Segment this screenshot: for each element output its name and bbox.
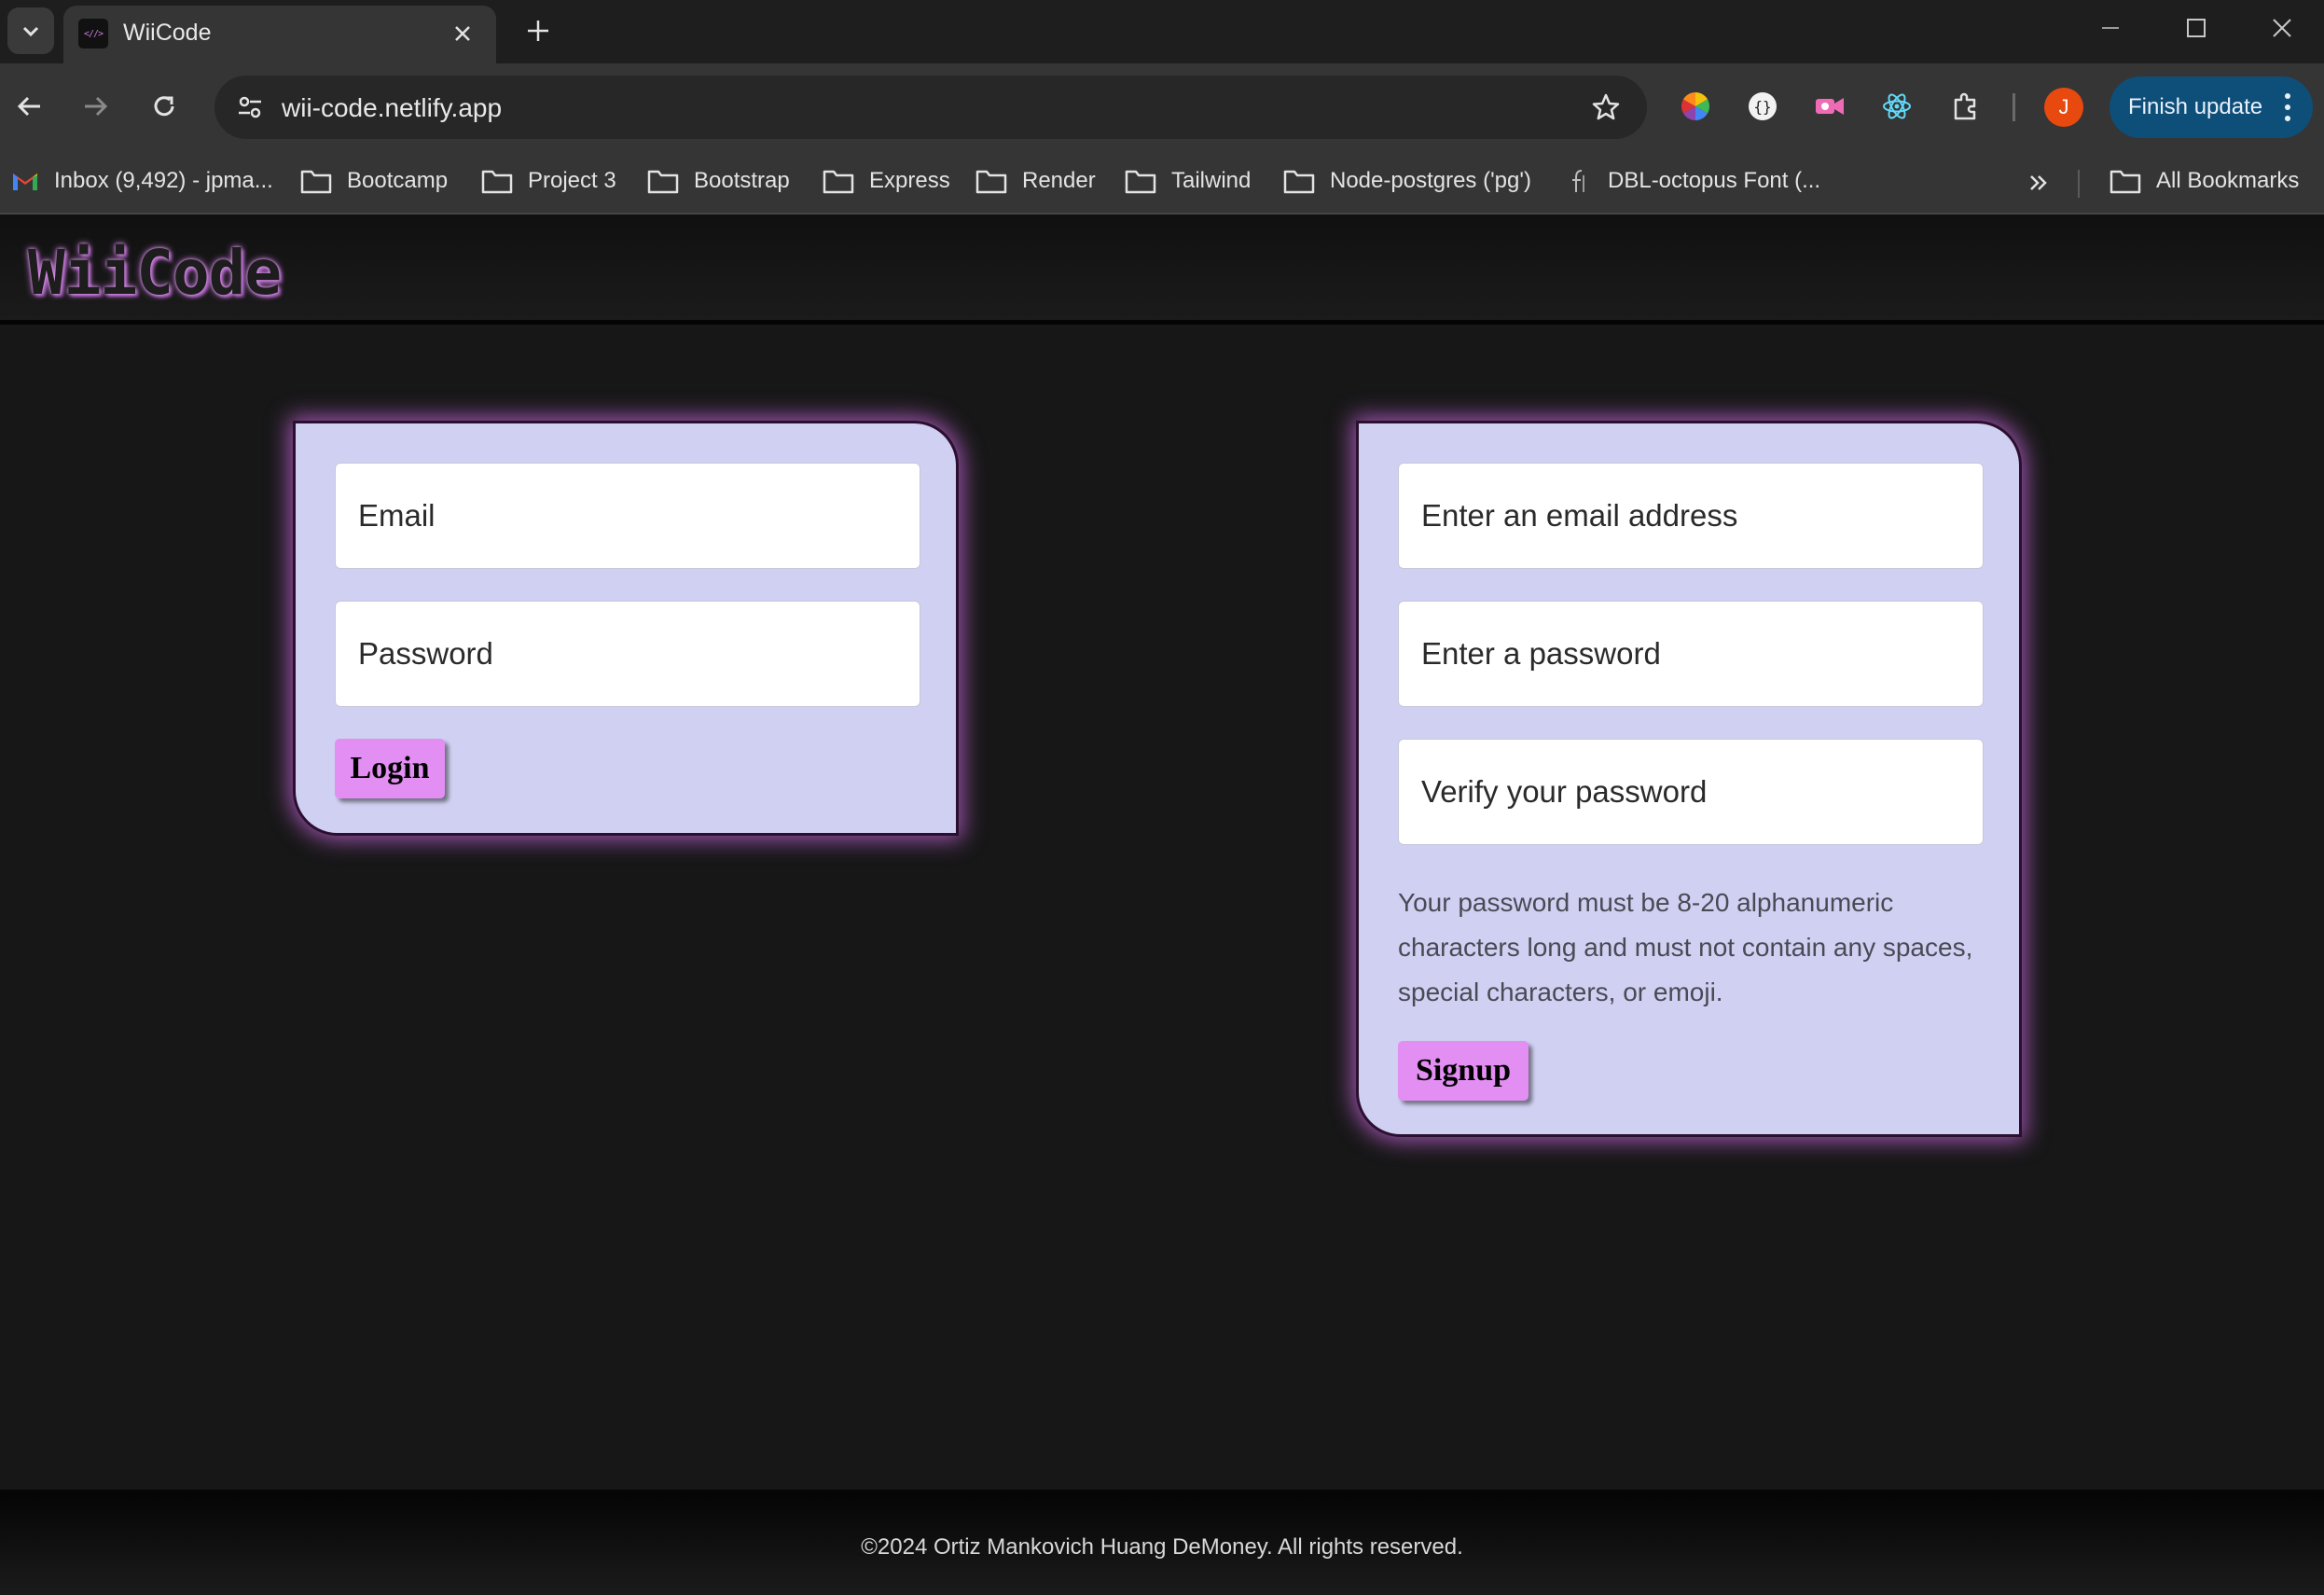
all-bookmarks-label: All Bookmarks [2156, 168, 2300, 193]
braces-icon: {} [1749, 92, 1777, 120]
all-bookmarks-button[interactable]: All Bookmarks [2110, 162, 2299, 200]
maximize-icon [2187, 19, 2206, 37]
star-icon [1592, 93, 1620, 120]
bookmark-render[interactable]: Render [975, 162, 1096, 200]
more-bookmarks-button[interactable] [2020, 164, 2057, 201]
bookmark-bootcamp[interactable]: Bootcamp [300, 162, 448, 200]
extension-json[interactable]: {} [1742, 86, 1783, 127]
address-bar[interactable]: wii-code.netlify.app [214, 76, 1647, 139]
url-text: wii-code.netlify.app [282, 93, 503, 122]
bookmark-express[interactable]: Express [823, 162, 950, 200]
bookmarks-bar: Inbox (9,492) - jpma... Bootcamp Project… [0, 151, 2324, 215]
signup-password-field-wrapper [1398, 601, 1984, 707]
extension-color-picker[interactable] [1675, 86, 1716, 127]
bookmark-label: Bootstrap [694, 168, 790, 193]
folder-icon [1283, 170, 1315, 194]
bookmark-label: Render [1022, 168, 1096, 193]
font-icon [1572, 170, 1584, 192]
reload-button[interactable] [140, 82, 188, 131]
site-favicon-icon: <//> [78, 19, 108, 49]
folder-icon [823, 170, 854, 194]
verify-password-field-wrapper [1398, 739, 1984, 845]
bookmark-label: Tailwind [1171, 168, 1252, 193]
folder-icon [300, 170, 332, 194]
signup-form: Your password must be 8-20 alphanumeric … [1356, 421, 2022, 1137]
bookmark-inbox[interactable]: Inbox (9,492) - jpma... [11, 162, 273, 200]
tune-icon [239, 96, 261, 118]
close-icon [2273, 19, 2291, 37]
browser-toolbar: wii-code.netlify.app {} J Finish update [0, 63, 2324, 151]
arrow-left-icon [17, 96, 40, 117]
chevron-down-icon [22, 26, 39, 37]
finish-update-label: Finish update [2128, 94, 2263, 119]
site-header: WiiCode [0, 215, 2324, 325]
signup-email-field[interactable] [1399, 464, 1983, 568]
gmail-icon [13, 173, 37, 190]
active-tab[interactable]: <//> WiiCode [63, 6, 496, 63]
signup-button[interactable]: Signup [1398, 1041, 1529, 1101]
password-requirements-hint: Your password must be 8-20 alphanumeric … [1398, 888, 1973, 1006]
site-footer: ©2024 Ortiz Mankovich Huang DeMoney. All… [0, 1490, 2324, 1595]
plus-icon [528, 21, 548, 41]
signup-email-field-wrapper [1398, 463, 1984, 569]
more-vert-icon [2285, 93, 2290, 121]
login-password-field-wrapper [335, 601, 920, 707]
browser-tab-strip: <//> WiiCode [0, 0, 2324, 63]
login-form: Login [293, 421, 959, 836]
bookmark-label: Project 3 [528, 168, 616, 193]
copyright-text: ©2024 Ortiz Mankovich Huang DeMoney. All… [861, 1534, 1463, 1560]
minimize-icon [2102, 27, 2119, 29]
profile-avatar[interactable]: J [2044, 88, 2083, 127]
back-button[interactable] [6, 82, 54, 131]
site-logo[interactable]: WiiCode [28, 237, 282, 309]
folder-icon [975, 170, 1007, 194]
maximize-button[interactable] [2154, 0, 2238, 56]
signup-password-field[interactable] [1399, 602, 1983, 706]
bookmark-label: Node-postgres ('pg') [1330, 168, 1531, 193]
bookmark-label: Inbox (9,492) - jpma... [54, 168, 273, 193]
tab-search-button[interactable] [7, 7, 54, 54]
video-camera-icon [1816, 98, 1844, 115]
bookmark-project-3[interactable]: Project 3 [481, 162, 616, 200]
extension-react-devtools[interactable] [1876, 86, 1917, 127]
bookmark-label: DBL-octopus Font (... [1608, 168, 1821, 193]
extensions-menu-button[interactable] [1945, 86, 1986, 127]
arrow-right-icon [85, 96, 108, 117]
folder-icon [1125, 170, 1156, 194]
folder-icon [2110, 170, 2141, 194]
new-tab-button[interactable] [515, 7, 561, 54]
folder-icon [647, 170, 679, 194]
react-atom-icon [1883, 93, 1911, 119]
puzzle-icon [1954, 92, 1976, 120]
extension-recorder[interactable] [1809, 86, 1850, 127]
login-password-field[interactable] [336, 602, 920, 706]
bookmark-node-postgres[interactable]: Node-postgres ('pg') [1283, 162, 1531, 200]
tab-title: WiiCode [123, 20, 212, 46]
window-close-button[interactable] [2240, 0, 2324, 56]
site-info-button[interactable] [228, 85, 272, 130]
color-wheel-icon [1681, 92, 1710, 120]
bookmark-star-button[interactable] [1585, 87, 1626, 128]
login-email-field[interactable] [336, 464, 920, 568]
bookmarks-divider [2078, 170, 2080, 198]
bookmark-bootstrap[interactable]: Bootstrap [647, 162, 790, 200]
toolbar-divider [2013, 93, 2015, 121]
login-email-field-wrapper [335, 463, 920, 569]
tab-close-button[interactable] [446, 17, 479, 50]
bookmark-label: Express [869, 168, 950, 193]
bookmark-tailwind[interactable]: Tailwind [1125, 162, 1251, 200]
finish-update-button[interactable]: Finish update [2110, 76, 2313, 138]
bookmark-label: Bootcamp [347, 168, 449, 193]
svg-text:{}: {} [1753, 98, 1771, 116]
minimize-button[interactable] [2068, 0, 2152, 56]
bookmark-dbl-octopus-font[interactable]: DBL-octopus Font (... [1569, 162, 1820, 200]
forward-button[interactable] [71, 82, 119, 131]
verify-password-field[interactable] [1399, 740, 1983, 844]
reload-icon [154, 96, 174, 117]
close-icon [455, 26, 470, 41]
login-button[interactable]: Login [335, 739, 445, 798]
folder-icon [481, 170, 513, 194]
double-chevron-right-icon [2030, 175, 2047, 190]
